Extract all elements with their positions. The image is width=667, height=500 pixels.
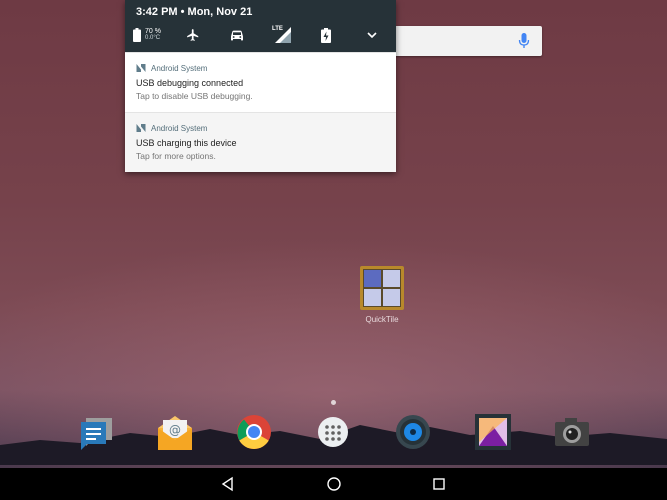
airplane-mode-icon <box>187 29 199 41</box>
car-icon <box>231 30 243 41</box>
notification-app-header: Android System <box>136 63 207 73</box>
notification-usb-charging[interactable]: Android System USB charging this device … <box>125 112 396 172</box>
notification-text: Tap for more options. <box>136 151 216 161</box>
recents-icon[interactable] <box>431 476 447 492</box>
lte-label: LTE <box>272 26 283 32</box>
battery-tile[interactable]: 70 % 0.0°C <box>133 24 161 46</box>
gallery-app-icon[interactable] <box>473 412 513 452</box>
battery-icon <box>133 28 141 42</box>
battery-temp: 0.0°C <box>145 35 161 41</box>
quick-settings-header: 3:42 PM • Mon, Nov 21 70 % 0.0°C LTE <box>125 0 396 52</box>
dock: @ <box>0 412 667 456</box>
expand-chevron-icon <box>367 32 377 39</box>
app-drawer-icon[interactable] <box>313 412 353 452</box>
notification-app-header: Android System <box>136 123 207 133</box>
chrome-app-icon[interactable] <box>234 412 274 452</box>
quicktile-app-icon[interactable] <box>360 266 404 310</box>
navigation-bar <box>0 468 667 500</box>
page-indicator <box>331 400 336 405</box>
microphone-icon[interactable] <box>518 33 530 49</box>
android-system-icon <box>136 64 146 72</box>
messages-app-icon[interactable] <box>76 412 116 452</box>
notification-text: Tap to disable USB debugging. <box>136 91 253 101</box>
notification-title: USB debugging connected <box>136 78 244 88</box>
camera-app-icon[interactable] <box>552 412 592 452</box>
notification-title: USB charging this device <box>136 138 237 148</box>
battery-readout: 70 % 0.0°C <box>145 28 161 42</box>
music-app-icon[interactable] <box>393 412 433 452</box>
expand-button[interactable] <box>367 24 377 46</box>
quicktile-label: QuickTile <box>365 315 399 324</box>
android-system-icon <box>136 124 146 132</box>
back-icon[interactable] <box>220 476 236 492</box>
time-date: 3:42 PM • Mon, Nov 21 <box>136 6 253 18</box>
airplane-tile[interactable] <box>186 24 200 46</box>
car-tile[interactable] <box>229 24 245 46</box>
svg-text:@: @ <box>169 423 181 437</box>
lte-tile[interactable]: LTE <box>272 24 291 46</box>
battery-saver-tile[interactable] <box>321 24 331 46</box>
email-app-icon[interactable]: @ <box>155 412 195 452</box>
google-search-bar[interactable] <box>390 26 542 56</box>
home-icon[interactable] <box>326 476 342 492</box>
quick-settings-icons: 70 % 0.0°C LTE <box>125 24 396 46</box>
battery-percent: 70 % <box>145 28 161 35</box>
notification-app-name: Android System <box>151 123 208 133</box>
notification-shade: 3:42 PM • Mon, Nov 21 70 % 0.0°C LTE And… <box>125 0 396 172</box>
battery-saver-icon <box>321 27 331 43</box>
notification-usb-debugging[interactable]: Android System USB debugging connected T… <box>125 52 396 112</box>
notification-app-name: Android System <box>151 63 208 73</box>
